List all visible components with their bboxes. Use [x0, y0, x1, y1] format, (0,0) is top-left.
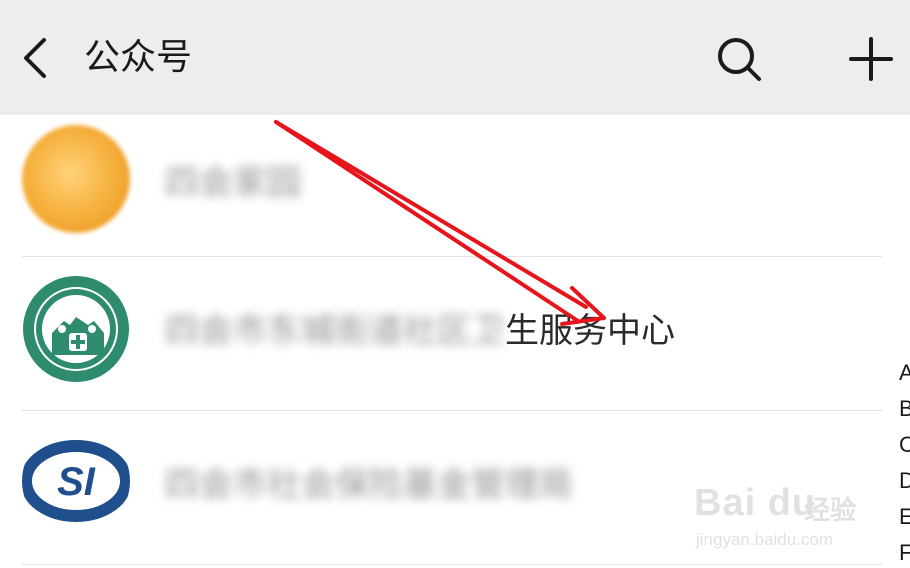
- account-name-visible-part: 生服务中心: [505, 311, 675, 351]
- social-insurance-logo-icon: SI: [22, 427, 130, 535]
- list-item[interactable]: 四会市东城街道社区卫生服务中心: [0, 257, 890, 397]
- top-bar: 公众号: [0, 0, 910, 115]
- index-letter[interactable]: B: [899, 391, 910, 427]
- screen: 公众号 四会家园 四会市东城街道社区卫生服务中心 SI 四会市社会保险基金管理局…: [0, 0, 910, 568]
- avatar: SI: [22, 427, 130, 535]
- account-name: 四会市社会保险基金管理局: [165, 465, 573, 505]
- back-button[interactable]: [10, 30, 60, 86]
- avatar: [22, 125, 130, 233]
- index-letter[interactable]: E: [899, 499, 910, 535]
- alphabet-index-bar[interactable]: A B C D E F: [899, 355, 910, 568]
- plus-icon: [849, 37, 893, 81]
- account-name-hidden-part: 四会市东城街道社区卫: [165, 311, 505, 351]
- chevron-left-icon: [24, 38, 46, 78]
- index-letter[interactable]: A: [899, 355, 910, 391]
- list-item[interactable]: 四会家园: [0, 115, 890, 255]
- divider: [22, 564, 882, 565]
- account-name: 四会家园: [165, 163, 301, 203]
- svg-text:SI: SI: [57, 460, 96, 504]
- search-button[interactable]: [710, 30, 768, 88]
- avatar: [22, 275, 130, 383]
- search-icon: [718, 38, 761, 81]
- index-letter[interactable]: D: [899, 463, 910, 499]
- account-name: 四会市东城街道社区卫生服务中心: [165, 307, 675, 355]
- index-letter[interactable]: F: [899, 535, 910, 568]
- list-item[interactable]: SI 四会市社会保险基金管理局: [0, 411, 890, 551]
- add-button[interactable]: [842, 30, 900, 88]
- page-title: 公众号: [84, 37, 193, 78]
- health-center-logo-icon: [23, 276, 129, 382]
- index-letter[interactable]: C: [899, 427, 910, 463]
